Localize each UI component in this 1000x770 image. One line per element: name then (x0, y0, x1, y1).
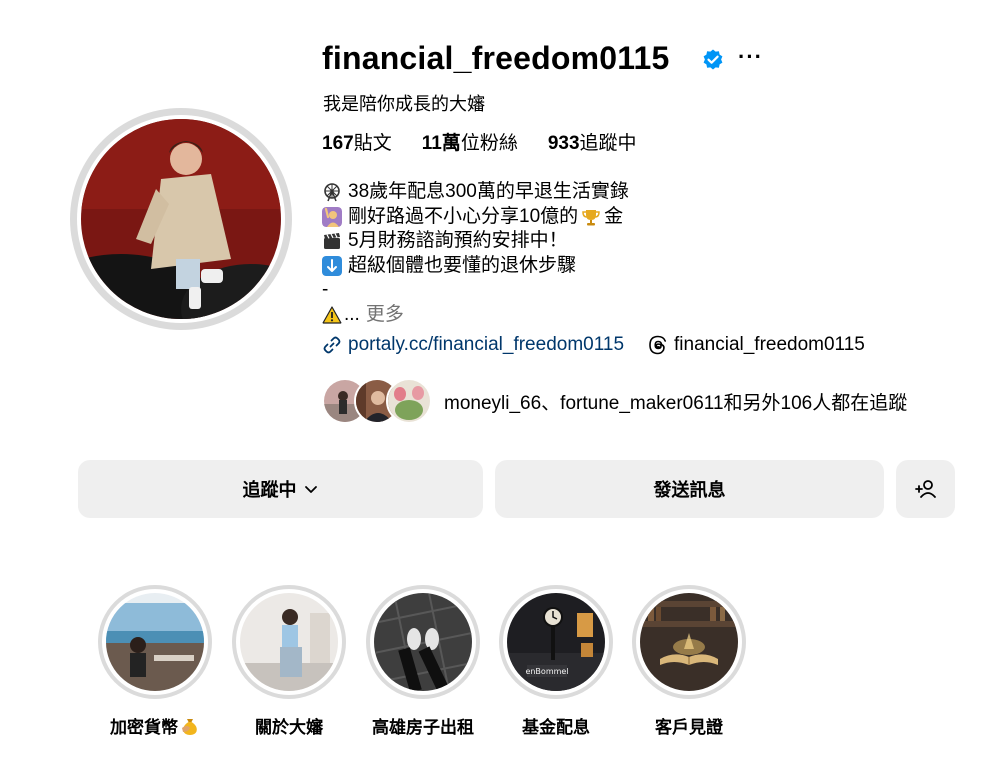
followers-count: 11萬 (421, 133, 461, 154)
highlight-label: 關於大嬸 (255, 718, 323, 737)
bio-line: 38歲年配息300萬的早退生活實錄 (322, 180, 629, 205)
profile-links: portaly.cc/financial_freedom0115 financi… (322, 334, 865, 356)
following-button[interactable]: 追蹤中 (78, 460, 483, 518)
threads-handle: financial_freedom0115 (674, 334, 865, 355)
verified-badge-icon (703, 49, 723, 70)
following-label: 追蹤中 (579, 133, 637, 154)
highlight-border (370, 589, 476, 695)
highlight-ring (366, 585, 480, 699)
avatar-photo (81, 119, 281, 319)
profile-stats: 167貼文 11萬位粉絲 933追蹤中 (322, 128, 637, 155)
highlight-ring (232, 585, 346, 699)
bio-line: 5月財務諮詢預約安排中！ (322, 229, 629, 254)
highlight-ring (98, 585, 212, 699)
send-message-button[interactable]: 發送訊息 (495, 460, 884, 518)
followed-by[interactable]: moneyli_66、fortune_maker0611和另外106人都在追蹤 (322, 378, 907, 424)
highlight-rental[interactable]: 高雄房子出租 (366, 585, 480, 738)
following-count: 933 (547, 133, 580, 154)
following-button-label: 追蹤中 (242, 480, 297, 500)
threads-icon (649, 335, 667, 355)
highlight-label: 基金配息 (522, 718, 590, 737)
website-link[interactable]: portaly.cc/financial_freedom0115 (348, 334, 624, 356)
bio-line: ... 更多 (322, 303, 629, 328)
trophy-icon (582, 209, 600, 226)
link-icon (323, 336, 341, 354)
bio-text: - (322, 279, 329, 300)
send-message-label: 發送訊息 (653, 480, 726, 500)
highlight-cover (374, 593, 472, 691)
highlight-fund-dividend[interactable]: enBommel 基金配息 (499, 585, 613, 738)
down-arrow-icon (322, 255, 342, 276)
clapper-board-icon (324, 233, 340, 250)
highlight-cover (106, 593, 204, 691)
highlight-ring (632, 585, 746, 699)
warning-icon (322, 306, 342, 324)
suggested-accounts-button[interactable] (896, 460, 955, 518)
bio-line: 超級個體也要懂的退休步驟 (322, 254, 629, 279)
posts-count: 167 (322, 133, 354, 154)
followers-label: 位粉絲 (460, 133, 518, 154)
followers-stat[interactable]: 11萬位粉絲 (422, 128, 518, 155)
add-person-icon (914, 480, 936, 498)
highlight-label: 加密貨幣 (110, 713, 200, 738)
bio-more-link[interactable]: 更多 (366, 303, 404, 328)
highlight-testimonials[interactable]: 客戶見證 (632, 585, 746, 738)
highlight-border (236, 589, 342, 695)
bio-text: 金 (604, 205, 624, 227)
ferris-wheel-icon (324, 183, 340, 202)
followed-by-text: moneyli_66、fortune_maker0611和另外106人都在追蹤 (444, 392, 908, 414)
profile-avatar[interactable] (70, 108, 292, 330)
highlight-label-text: 加密貨幣 (110, 718, 178, 737)
bio-text: ... (344, 303, 360, 325)
bio-text: 5月財務諮詢預約安排中！ (348, 230, 568, 251)
profile-bio: 38歲年配息300萬的早退生活實錄 剛好路過不小心分享10億的 金 5月財務諮詢… (322, 180, 629, 327)
highlight-about[interactable]: 關於大嬸 (232, 585, 346, 738)
chevron-down-icon (304, 486, 317, 493)
highlight-ring: enBommel (499, 585, 613, 699)
highlight-crypto[interactable]: 加密貨幣 (98, 585, 212, 738)
profile-username[interactable]: financial_freedom0115 (322, 40, 669, 77)
bio-text: 超級個體也要懂的退休步驟 (348, 254, 577, 276)
highlight-label: 客戶見證 (655, 718, 723, 737)
posts-stat[interactable]: 167貼文 (322, 128, 392, 155)
more-options-button[interactable]: ··· (738, 44, 763, 70)
following-stat[interactable]: 933追蹤中 (548, 128, 637, 155)
highlight-border (102, 589, 208, 695)
person-raising-hand-icon (322, 206, 342, 227)
money-bag-icon (182, 718, 197, 735)
bio-text: 38歲年配息300萬的早退生活實錄 (348, 181, 629, 202)
highlight-border: enBommel (503, 589, 609, 695)
posts-label: 貼文 (353, 133, 392, 154)
bio-line: - (322, 278, 629, 303)
profile-full-name: 我是陪你成長的大嬸 (323, 94, 485, 114)
highlight-cover: enBommel (507, 593, 605, 691)
threads-link[interactable]: financial_freedom0115 (648, 334, 865, 356)
avatar-border (77, 115, 285, 323)
svg-text:enBommel: enBommel (525, 667, 568, 676)
bio-line: 剛好路過不小心分享10億的 金 (322, 205, 629, 230)
highlight-border (636, 589, 742, 695)
highlight-cover (240, 593, 338, 691)
highlight-label: 高雄房子出租 (372, 718, 474, 737)
bio-text: 剛好路過不小心分享10億的 (348, 205, 579, 227)
highlight-cover (640, 593, 738, 691)
follower-avatar (386, 378, 432, 424)
